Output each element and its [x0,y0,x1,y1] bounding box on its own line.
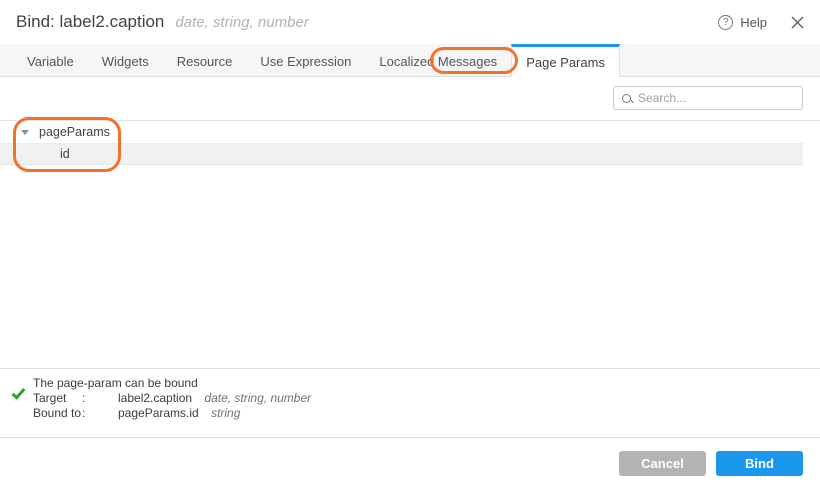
help-icon: ? [718,15,733,30]
content-spacer [0,165,820,368]
tab-bar: Variable Widgets Resource Use Expression… [0,44,820,77]
status-row-label: Bound to [33,406,82,421]
tab-widgets[interactable]: Widgets [88,44,163,76]
success-check-icon [12,385,26,399]
status-row-value-cell: pageParams.id string [118,406,311,421]
tree-item-id[interactable]: id [0,143,803,165]
close-icon[interactable] [791,16,804,29]
caret-down-icon[interactable] [21,130,29,135]
dialog-subtitle: date, string, number [175,14,308,31]
tab-localized-messages[interactable]: Localized Messages [365,44,511,76]
cancel-button[interactable]: Cancel [619,451,706,476]
status-row-separator: : [82,406,118,421]
status-row-label: Target [33,391,82,406]
tab-page-params[interactable]: Page Params [511,44,620,77]
status-row-separator: : [82,391,118,406]
bind-dialog: Bind: label2.caption date, string, numbe… [0,0,820,488]
dialog-header: Bind: label2.caption date, string, numbe… [0,0,820,44]
search-row [0,77,820,120]
tree-item-pageparams[interactable]: pageParams [0,121,803,143]
tab-resource[interactable]: Resource [163,44,247,76]
search-box[interactable] [613,86,803,110]
help-button[interactable]: ? Help [718,15,767,30]
status-detail-rows: Target : label2.caption date, string, nu… [33,391,311,421]
status-row-type: string [211,406,240,420]
status-text: The page-param can be bound Target : lab… [33,376,311,437]
status-section: The page-param can be bound Target : lab… [0,368,820,437]
footer-bar: Cancel Bind [0,437,820,488]
tab-variable[interactable]: Variable [13,44,88,76]
status-row-value-cell: label2.caption date, string, number [118,391,311,406]
tab-use-expression[interactable]: Use Expression [246,44,365,76]
status-message: The page-param can be bound [33,376,311,391]
tree-item-label: pageParams [39,125,110,139]
status-row-value: pageParams.id [118,406,199,420]
search-icon [622,94,631,103]
dialog-title: Bind: label2.caption [16,12,164,32]
status-row-type: date, string, number [204,391,311,405]
bind-button[interactable]: Bind [716,451,803,476]
help-label: Help [740,15,767,30]
tree-item-label: id [60,147,70,161]
search-input[interactable] [638,91,794,105]
status-row-value: label2.caption [118,391,192,405]
page-params-tree: pageParams id [0,120,820,165]
